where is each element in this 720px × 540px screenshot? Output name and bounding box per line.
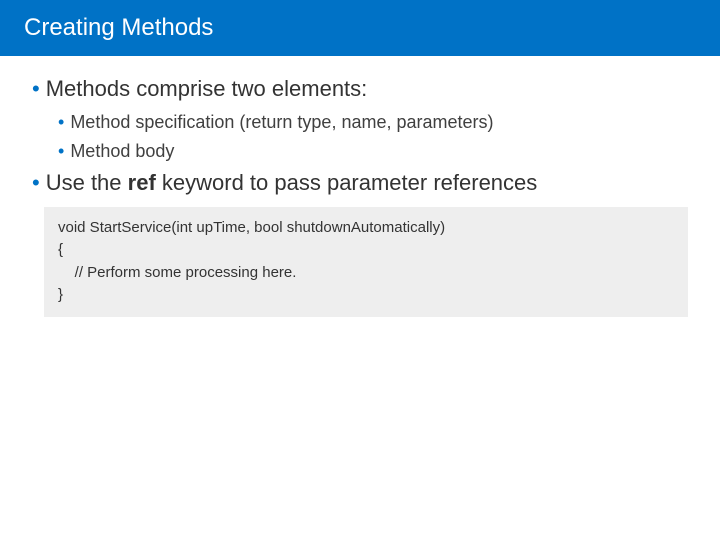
slide-body: • Methods comprise two elements: • Metho… [0,56,720,317]
bullet-level2: • Method specification (return type, nam… [58,112,688,133]
bullet-text: Methods comprise two elements: [46,76,368,102]
bullet-dot-icon: • [58,112,64,133]
code-block: void StartService(int upTime, bool shutd… [44,207,688,317]
bullet-level2: • Method body [58,141,688,162]
slide-header: Creating Methods [0,0,720,56]
bullet-dot-icon: • [58,141,64,162]
bullet-level1: • Methods comprise two elements: [32,76,688,102]
bullet-text: Use the ref keyword to pass parameter re… [46,170,538,196]
bullet-text: Method body [70,141,174,162]
bullet-dot-icon: • [32,170,40,196]
text-fragment: Use the [46,170,128,195]
text-fragment: keyword to pass parameter references [156,170,538,195]
bullet-text: Method specification (return type, name,… [70,112,493,133]
bullet-level1: • Use the ref keyword to pass parameter … [32,170,688,196]
slide-title: Creating Methods [24,14,213,41]
keyword-ref: ref [128,170,156,195]
bullet-dot-icon: • [32,76,40,102]
